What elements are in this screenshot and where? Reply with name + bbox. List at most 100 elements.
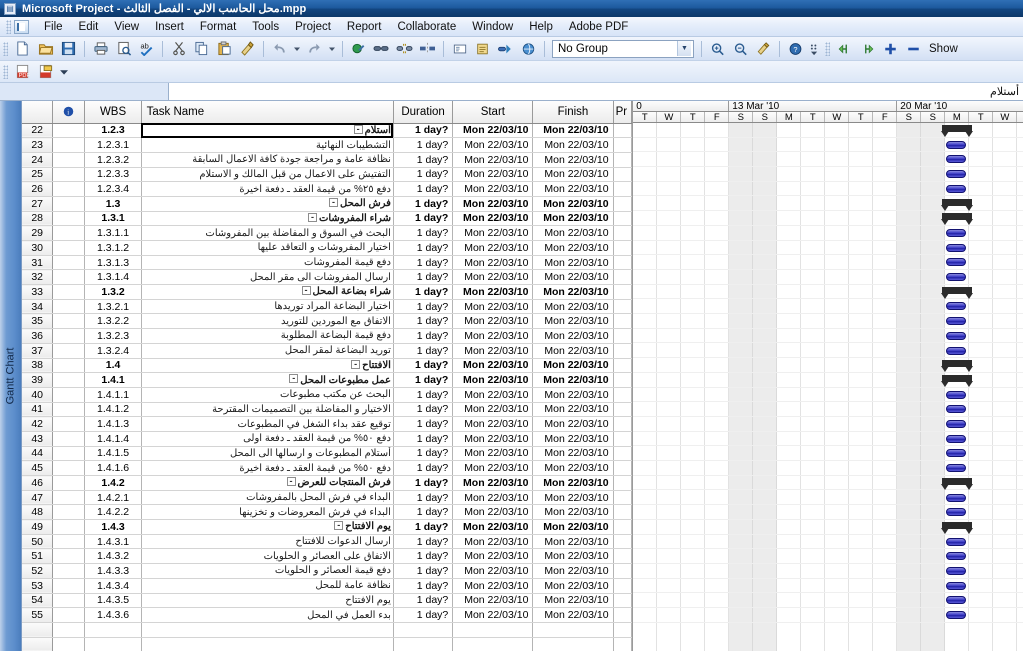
task-name-cell[interactable]: دفع ٥٠% من قيمة العقد ـ دفعة اخيرة — [141, 460, 394, 476]
row-id-cell[interactable]: 31 — [22, 255, 54, 271]
start-date-cell[interactable]: Mon 22/03/10 — [452, 475, 534, 491]
row-id-cell[interactable]: 54 — [22, 593, 54, 609]
table-row[interactable]: 54 1.4.3.5 يوم الافتتاح 1 day? Mon 22/03/10 M… — [22, 593, 633, 609]
wbs-cell[interactable]: 1.4.1 — [84, 372, 142, 388]
table-row[interactable]: 29 1.3.1.1 البحث في السوق و المفاضلة بين ا… — [22, 225, 633, 241]
row-indicator-cell[interactable] — [52, 167, 86, 183]
column-header-id[interactable] — [22, 101, 54, 124]
start-date-cell[interactable]: Mon 22/03/10 — [452, 328, 534, 344]
task-name-cell[interactable]: الاتفاق على العصائر و الحلويات — [141, 548, 394, 565]
show-subtasks-icon[interactable] — [880, 39, 901, 59]
task-name-cell[interactable]: الاتفاق مع الموردين للتوريد — [141, 313, 394, 330]
finish-date-cell[interactable]: Mon 22/03/10 — [532, 152, 614, 168]
column-header-finish[interactable]: Finish — [532, 101, 614, 124]
paste-icon[interactable] — [214, 39, 235, 59]
empty-cell[interactable] — [141, 622, 394, 638]
table-row[interactable]: 32 1.3.1.4 ارسال المفروشات الى مقر المحل 1 … — [22, 269, 633, 286]
task-name-cell[interactable]: اختيار البضاعة المراد توريدها — [141, 299, 394, 315]
finish-date-cell[interactable]: Mon 22/03/10 — [532, 387, 614, 403]
row-id-cell[interactable]: 38 — [22, 358, 54, 374]
predecessors-cell[interactable] — [613, 167, 633, 183]
gantt-row[interactable] — [633, 255, 1023, 270]
row-indicator-cell[interactable] — [52, 284, 86, 300]
wbs-cell[interactable]: 1.4.3.3 — [84, 563, 142, 579]
gantt-task-bar[interactable] — [946, 302, 967, 311]
table-row[interactable]: 27 1.3 فرش المحل- 1 day? Mon 22/03/10 Mon 22/… — [22, 196, 633, 212]
task-name-cell[interactable]: توريد البضاعة لمقر المحل — [141, 343, 394, 359]
empty-cell[interactable] — [613, 622, 633, 638]
predecessors-cell[interactable] — [613, 431, 633, 447]
gantt-task-bar[interactable] — [946, 537, 967, 546]
wbs-cell[interactable]: 1.3.1.4 — [84, 269, 142, 286]
outline-collapse-icon[interactable]: - — [286, 477, 296, 487]
gantt-row[interactable] — [633, 446, 1023, 462]
row-indicator-cell[interactable] — [52, 137, 86, 153]
gantt-row[interactable] — [633, 358, 1023, 373]
wbs-cell[interactable]: 1.4.3.5 — [84, 593, 142, 609]
empty-cell[interactable] — [84, 637, 142, 651]
finish-date-cell[interactable]: Mon 22/03/10 — [532, 299, 614, 315]
gantt-task-bar[interactable] — [946, 184, 967, 193]
row-id-cell[interactable]: 44 — [22, 446, 54, 462]
start-date-cell[interactable]: Mon 22/03/10 — [452, 548, 534, 565]
gantt-row[interactable] — [633, 226, 1023, 241]
gantt-row[interactable] — [633, 505, 1023, 520]
copy-icon[interactable] — [191, 39, 212, 59]
gantt-row[interactable] — [633, 579, 1023, 594]
gantt-task-bar[interactable] — [946, 155, 967, 164]
empty-cell[interactable] — [393, 622, 454, 638]
predecessors-cell[interactable] — [613, 563, 633, 579]
menu-item-project[interactable]: Project — [287, 19, 339, 35]
duration-cell[interactable]: 1 day? — [393, 269, 454, 286]
predecessors-cell[interactable] — [613, 137, 633, 153]
gantt-task-bar[interactable] — [946, 346, 967, 355]
toolbar-grip-handle-2[interactable] — [825, 41, 830, 56]
column-header-task-name[interactable]: Task Name — [141, 101, 394, 124]
table-row[interactable]: 52 1.4.3.3 دفع قيمة العصائر و الحلويات 1 da… — [22, 563, 633, 579]
table-row[interactable]: 43 1.4.1.4 دفع ٥٠% من قيمة العقد ـ دفعة او… — [22, 431, 633, 447]
project-app-icon[interactable]: ▤ — [4, 2, 16, 15]
help-icon[interactable]: ? — [785, 39, 806, 59]
predecessors-cell[interactable] — [613, 343, 633, 359]
gantt-task-bar[interactable] — [946, 140, 967, 149]
row-indicator-cell[interactable] — [52, 607, 86, 623]
gantt-task-bar[interactable] — [946, 317, 967, 326]
predecessors-cell[interactable] — [613, 460, 633, 476]
wbs-cell[interactable]: 1.3.2.1 — [84, 299, 142, 315]
table-row[interactable]: 28 1.3.1 شراء المفروشات- 1 day? Mon 22/03/10… — [22, 211, 633, 227]
finish-date-cell[interactable]: Mon 22/03/10 — [532, 255, 614, 271]
table-row[interactable]: 41 1.4.1.2 الاختيار و المفاضلة بين التصميم… — [22, 402, 633, 418]
gantt-row[interactable] — [633, 402, 1023, 417]
predecessors-cell[interactable] — [613, 607, 633, 623]
gantt-summary-bar[interactable] — [941, 477, 974, 490]
outline-collapse-icon[interactable]: - — [351, 359, 361, 369]
gantt-row[interactable] — [633, 593, 1023, 609]
empty-cell[interactable] — [452, 622, 534, 638]
start-date-cell[interactable]: Mon 22/03/10 — [452, 313, 534, 330]
go-to-selected-task-icon[interactable] — [753, 39, 774, 59]
row-id-cell[interactable]: 50 — [22, 534, 54, 550]
wbs-cell[interactable]: 1.3 — [84, 196, 142, 212]
duration-cell[interactable]: 1 day? — [393, 313, 454, 330]
gantt-row[interactable] — [633, 182, 1023, 197]
empty-cell[interactable] — [52, 637, 86, 651]
predecessors-cell[interactable] — [613, 519, 633, 535]
row-id-cell[interactable]: 29 — [22, 225, 54, 241]
gantt-row[interactable] — [633, 123, 1023, 138]
predecessors-cell[interactable] — [613, 593, 633, 609]
information-icon[interactable]: i — [52, 101, 86, 124]
start-date-cell[interactable]: Mon 22/03/10 — [452, 446, 534, 462]
task-name-cell[interactable]: بدء العمل في المحل — [141, 607, 394, 623]
table-row[interactable]: 33 1.3.2 شراء بضاعة المحل- 1 day? Mon 22/03/… — [22, 284, 633, 300]
empty-cell[interactable] — [22, 622, 54, 638]
outline-collapse-icon[interactable]: - — [334, 521, 344, 531]
outline-collapse-icon[interactable]: - — [353, 124, 363, 134]
duration-cell[interactable]: 1 day? — [393, 475, 454, 491]
gantt-summary-bar[interactable] — [941, 521, 974, 534]
pdf-toolbar-grip-handle[interactable] — [3, 64, 8, 79]
gantt-summary-bar[interactable] — [941, 213, 974, 226]
row-indicator-cell[interactable] — [52, 255, 86, 271]
redo-dropdown-icon[interactable] — [327, 39, 337, 59]
row-indicator-cell[interactable] — [52, 152, 86, 168]
row-id-cell[interactable]: 48 — [22, 504, 54, 521]
